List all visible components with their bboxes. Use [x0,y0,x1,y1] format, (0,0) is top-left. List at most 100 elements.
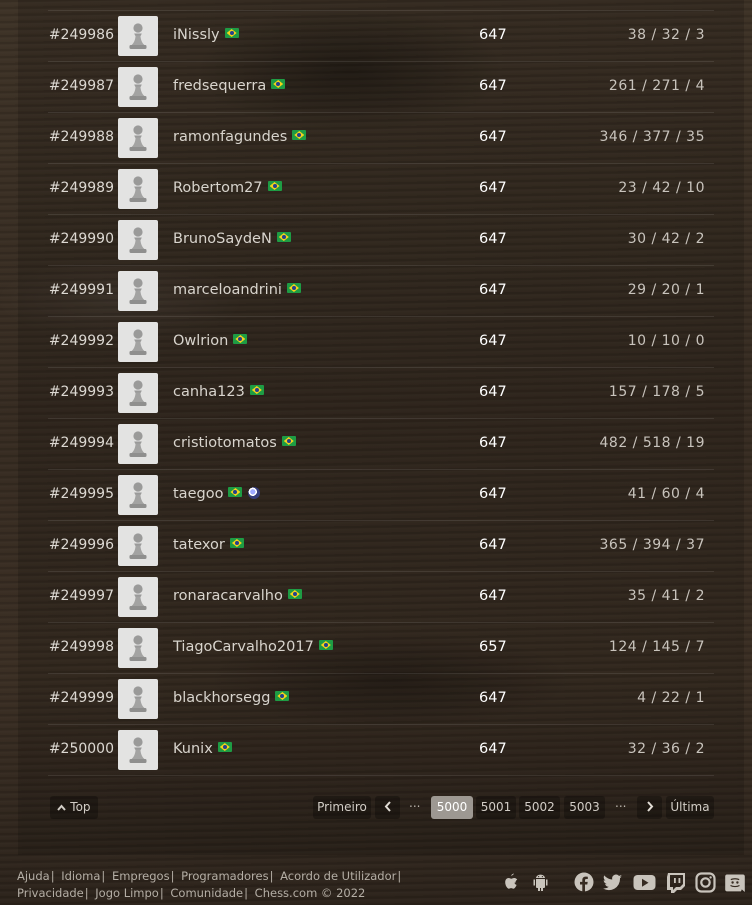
username-link[interactable]: cristiotomatos [173,435,296,451]
username[interactable]: ramonfagundes [173,129,287,145]
username-link[interactable]: ramonfagundes [173,129,307,145]
username[interactable]: ronaracarvalho [173,588,283,604]
footer-link-help[interactable]: Ajuda [17,869,50,883]
username[interactable]: Kunix [173,741,213,757]
next-page-button[interactable] [637,796,662,819]
username-link[interactable]: canha123 [173,384,264,400]
username[interactable]: BrunoSaydeN [173,231,272,247]
brazil-flag-icon [271,79,286,89]
footer-link-developers[interactable]: Programadores [181,869,268,883]
username[interactable]: Owlrion [173,333,228,349]
table-row[interactable]: #249987 fredsequerra 647 261 / 271 / 4 [48,62,714,113]
table-row[interactable]: #249991 marceloandrini 647 29 / 20 / 1 [48,266,714,317]
username[interactable]: marceloandrini [173,282,282,298]
table-row[interactable]: #249994 cristiotomatos 647 482 / 518 / 19 [48,419,714,470]
page-5003-button[interactable]: 5003 [564,796,605,819]
pawn-avatar-icon[interactable] [118,526,158,566]
table-row[interactable]: #249998 TiagoCarvalho2017 657 124 / 145 / 7 [48,623,714,674]
table-row[interactable]: #249988 ramonfagundes 647 346 / 377 / 35 [48,113,714,164]
table-row[interactable]: #249999 blackhorsegg 647 4 / 22 / 1 [48,674,714,725]
pawn-avatar-icon[interactable] [118,16,158,56]
table-row[interactable]: #249990 BrunoSaydeN 647 30 / 42 / 2 [48,215,714,266]
pawn-avatar-icon[interactable] [118,67,158,107]
youtube-icon[interactable] [633,872,656,896]
username-link[interactable]: fredsequerra [173,78,286,94]
page-5000-button[interactable]: 5000 [431,796,473,819]
username[interactable]: taegoo [173,486,223,502]
username[interactable]: blackhorsegg [173,690,270,706]
footer-link-user-agreement[interactable]: Acordo de Utilizador [280,869,396,883]
pagination-ellipsis-left: ... [409,796,421,810]
android-icon[interactable] [531,872,550,896]
pawn-avatar-icon[interactable] [118,169,158,209]
pawn-avatar-icon[interactable] [118,424,158,464]
top-button[interactable]: Top [50,796,98,819]
username-link[interactable]: TiagoCarvalho2017 [173,639,333,655]
username-link[interactable]: tatexor [173,537,244,553]
footer-link-privacy[interactable]: Privacidade [17,886,84,900]
table-row[interactable]: #249996 tatexor 647 365 / 394 / 37 [48,521,714,572]
rank: #249988 [48,129,114,145]
first-page-label: Primeiro [317,800,367,814]
footer-link-jobs[interactable]: Empregos [112,869,170,883]
chevron-right-icon [646,800,654,814]
username-link[interactable]: blackhorsegg [173,690,290,706]
twitter-icon[interactable] [602,872,623,896]
apple-icon[interactable] [502,872,520,896]
username-link[interactable]: iNissly [173,27,239,43]
pawn-avatar-icon[interactable] [118,475,158,515]
table-row[interactable]: #249992 Owlrion 647 10 / 10 / 0 [48,317,714,368]
username-link[interactable]: marceloandrini [173,282,301,298]
win-loss-draw-record: 4 / 22 / 1 [637,690,705,706]
pawn-avatar-icon[interactable] [118,118,158,158]
username[interactable]: fredsequerra [173,78,266,94]
footer-link-language[interactable]: Idioma [61,869,100,883]
pawn-avatar-icon[interactable] [118,373,158,413]
instagram-icon[interactable] [695,872,716,897]
username[interactable]: tatexor [173,537,225,553]
pawn-avatar-icon[interactable] [118,322,158,362]
table-row[interactable]: #249989 Robertom27 647 23 / 42 / 10 [48,164,714,215]
pawn-avatar-icon[interactable] [118,628,158,668]
rating: 647 [479,741,507,757]
brazil-flag-icon [224,28,239,38]
footer-link-community[interactable]: Comunidade [170,886,243,900]
username-link[interactable]: Kunix [173,741,232,757]
rank: #249989 [48,180,114,196]
rank: #250000 [48,741,114,757]
table-row[interactable]: #249997 ronaracarvalho 647 35 / 41 / 2 [48,572,714,623]
discord-icon[interactable] [724,872,746,897]
username-link[interactable]: BrunoSaydeN [173,231,291,247]
username-link[interactable]: taegoo [173,486,261,502]
last-page-button[interactable]: Última [666,796,714,819]
brazil-flag-icon [287,589,302,599]
prev-page-button[interactable] [375,796,400,819]
first-page-button[interactable]: Primeiro [313,796,371,819]
rating: 647 [479,435,507,451]
page-5002-button[interactable]: 5002 [519,796,560,819]
username[interactable]: canha123 [173,384,245,400]
table-row[interactable]: #249995 taegoo 647 41 / 60 / 4 [48,470,714,521]
pawn-avatar-icon[interactable] [118,577,158,617]
username-link[interactable]: ronaracarvalho [173,588,302,604]
username[interactable]: cristiotomatos [173,435,277,451]
facebook-icon[interactable] [574,872,594,896]
pawn-avatar-icon[interactable] [118,271,158,311]
pawn-avatar-icon[interactable] [118,679,158,719]
page-5001-button[interactable]: 5001 [476,796,516,819]
table-row[interactable]: #250000 Kunix 647 32 / 36 / 2 [48,725,714,776]
username-link[interactable]: Owlrion [173,333,248,349]
footer-link-fair-play[interactable]: Jogo Limpo [95,886,159,900]
table-row[interactable]: #249993 canha123 647 157 / 178 / 5 [48,368,714,419]
win-loss-draw-record: 261 / 271 / 4 [608,78,705,94]
username[interactable]: Robertom27 [173,180,263,196]
username-link[interactable]: Robertom27 [173,180,282,196]
username[interactable]: iNissly [173,27,220,43]
rank: #249990 [48,231,114,247]
table-row[interactable]: #249986 iNissly 647 38 / 32 / 3 [48,11,714,62]
twitch-icon[interactable] [666,872,686,897]
win-loss-draw-record: 32 / 36 / 2 [627,741,705,757]
username[interactable]: TiagoCarvalho2017 [173,639,314,655]
pawn-avatar-icon[interactable] [118,730,158,770]
pawn-avatar-icon[interactable] [118,220,158,260]
